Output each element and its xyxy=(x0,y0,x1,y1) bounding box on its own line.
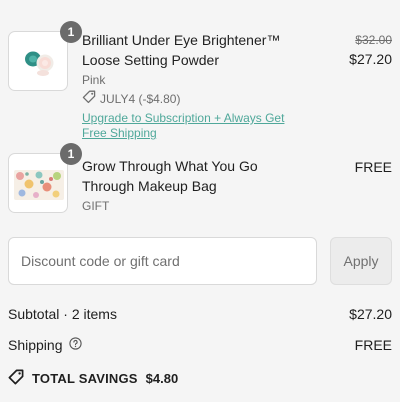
subtotal-value: $27.20 xyxy=(349,306,392,322)
price-column: FREE xyxy=(355,156,392,178)
subtotal-label: Subtotal · 2 items xyxy=(8,306,117,322)
quantity-badge: 1 xyxy=(60,143,82,165)
subtotal-row: Subtotal · 2 items $27.20 xyxy=(8,305,392,323)
savings-tag-icon xyxy=(8,369,24,388)
price-column: $32.00 $27.20 xyxy=(349,32,392,70)
total-savings-label: TOTAL SAVINGS xyxy=(32,370,138,386)
total-savings-row: TOTAL SAVINGS $4.80 xyxy=(8,369,392,387)
product-thumbnail: 1 xyxy=(8,21,82,93)
quantity-badge: 1 xyxy=(60,21,82,43)
total-savings-value: $4.80 xyxy=(145,370,179,386)
item-details: Grow Through What You Go Through Makeup … xyxy=(82,156,312,214)
shipping-label: Shipping xyxy=(8,337,63,353)
item-title: Brilliant Under Eye Brightener™ Loose Se… xyxy=(82,32,281,68)
item-title: Grow Through What You Go Through Makeup … xyxy=(82,158,258,194)
item-details: Brilliant Under Eye Brightener™ Loose Se… xyxy=(82,30,312,141)
help-icon[interactable] xyxy=(68,337,82,353)
item-variant: Pink xyxy=(82,73,106,87)
upgrade-subscription-link[interactable]: Upgrade to Subscription + Always Get Fre… xyxy=(82,111,312,141)
item-variant: GIFT xyxy=(82,199,110,213)
apply-discount-button[interactable]: Apply xyxy=(330,237,392,285)
tag-icon xyxy=(82,90,96,108)
product-thumbnail: 1 xyxy=(8,143,82,215)
floral-makeup-bag-icon xyxy=(8,153,68,213)
discount-code-form: Apply xyxy=(8,237,392,285)
shipping-label-group: Shipping xyxy=(8,337,82,353)
discount-tag: JULY4 (-$4.80) xyxy=(82,90,312,108)
discount-code-input[interactable] xyxy=(8,237,317,285)
shipping-row: Shipping FREE xyxy=(8,336,392,354)
shipping-value: FREE xyxy=(354,337,392,353)
discount-code-label: JULY4 (-$4.80) xyxy=(100,92,181,106)
compact-powder-icon xyxy=(8,31,68,91)
original-price: $32.00 xyxy=(355,33,392,47)
item-price: $27.20 xyxy=(349,51,392,67)
item-price: FREE xyxy=(354,159,392,175)
